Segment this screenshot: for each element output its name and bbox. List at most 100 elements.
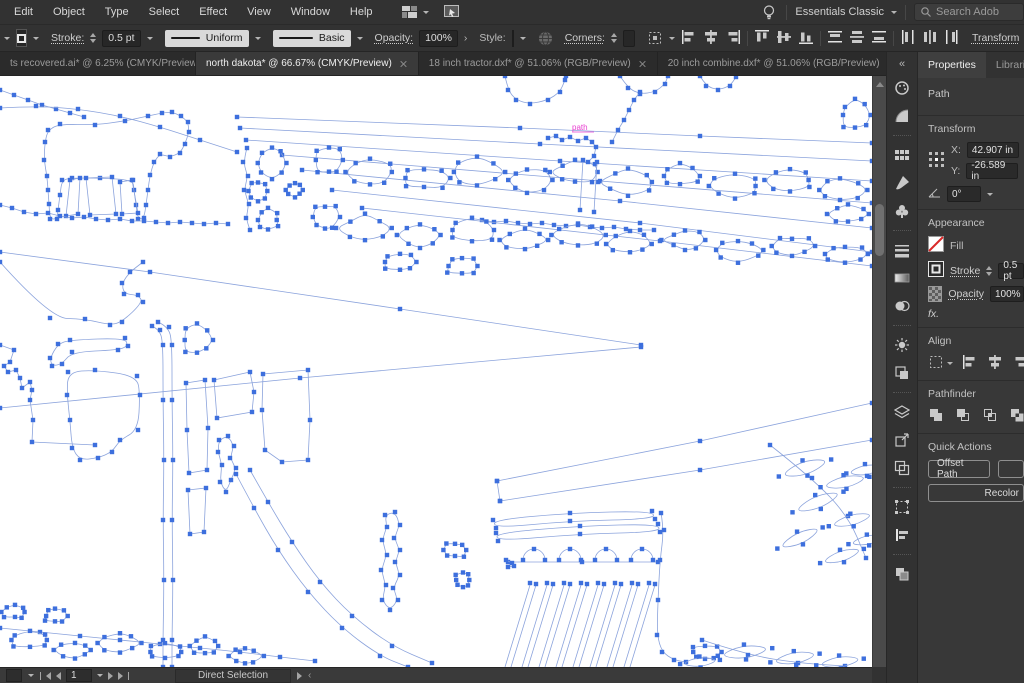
- align-left-button[interactable]: [681, 29, 697, 48]
- recolor-button[interactable]: Recolor: [928, 484, 1024, 502]
- artboards-icon[interactable]: [889, 456, 915, 480]
- zoom-level-field[interactable]: [6, 669, 22, 682]
- opacity-swatch[interactable]: [928, 286, 943, 302]
- stroke-panel-link[interactable]: Stroke: [950, 265, 980, 277]
- artboard-canvas[interactable]: path: [0, 76, 872, 667]
- chevron-down-icon[interactable]: [146, 36, 153, 40]
- chevron-down-icon[interactable]: [947, 362, 953, 365]
- pathfinder-panel-icon[interactable]: [889, 562, 915, 586]
- symbols-icon[interactable]: [889, 199, 915, 223]
- graphic-styles-icon[interactable]: [889, 361, 915, 385]
- tab-18-inch-tractor[interactable]: 18 inch tractor.dxf* @ 51.06% (RGB/Previ…: [419, 52, 658, 75]
- distribute-center-horizontal-button[interactable]: [922, 29, 938, 48]
- vector-artwork[interactable]: path: [0, 76, 872, 667]
- tab-recovered-ai[interactable]: ts recovered.ai* @ 6.25% (CMYK/Preview): [0, 52, 196, 75]
- collapse-panels-icon[interactable]: «: [899, 54, 905, 74]
- distribute-center-vertical-button[interactable]: [849, 29, 865, 48]
- chevron-down-icon[interactable]: [519, 36, 526, 40]
- chevron-down-icon[interactable]: [987, 192, 993, 196]
- last-artboard-button[interactable]: [118, 671, 129, 680]
- close-icon[interactable]: [639, 60, 647, 68]
- stroke-color-swatch[interactable]: [16, 29, 27, 47]
- color-icon[interactable]: [889, 76, 915, 100]
- distribute-left-button[interactable]: [900, 29, 916, 48]
- align-center-vertical-button[interactable]: [776, 29, 792, 48]
- clipped-action-button[interactable]: [998, 460, 1024, 478]
- fill-label[interactable]: Fill: [950, 240, 963, 252]
- next-artboard-button[interactable]: [108, 671, 113, 680]
- stroke-swatch[interactable]: [928, 261, 944, 280]
- search-input[interactable]: Search Adob: [914, 3, 1024, 21]
- artboard-number-field[interactable]: 1: [66, 669, 92, 682]
- offset-path-button[interactable]: Offset Path: [928, 458, 991, 480]
- scroll-up-icon[interactable]: [876, 82, 884, 87]
- menu-window[interactable]: Window: [281, 6, 340, 18]
- align-center-horizontal-button[interactable]: [987, 354, 1003, 373]
- rotation-field[interactable]: 0°: [947, 186, 981, 202]
- pathfinder-intersect-button[interactable]: [982, 407, 998, 426]
- pathfinder-exclude-button[interactable]: [1009, 407, 1024, 426]
- distribute-bottom-button[interactable]: [871, 29, 887, 48]
- pathfinder-minus-front-button[interactable]: [955, 407, 971, 426]
- menu-select[interactable]: Select: [139, 6, 190, 18]
- opacity-value-field[interactable]: 100%: [990, 286, 1024, 302]
- corners-stepper[interactable]: [610, 33, 617, 43]
- menu-edit[interactable]: Edit: [4, 6, 43, 18]
- previous-artboard-button[interactable]: [56, 671, 61, 680]
- align-to-selection-icon[interactable]: [928, 354, 944, 373]
- chevron-down-icon[interactable]: [33, 36, 39, 40]
- align-right-button[interactable]: [1012, 354, 1024, 373]
- x-value-field[interactable]: 42.907 in: [966, 142, 1019, 158]
- corners-field[interactable]: [622, 29, 635, 47]
- align-to-selection-icon[interactable]: [647, 29, 663, 47]
- chevron-down-icon[interactable]: [4, 36, 10, 40]
- status-expand-icon[interactable]: [297, 671, 303, 680]
- fx-effects-button[interactable]: fx.: [928, 308, 939, 320]
- reference-point-locator[interactable]: [928, 151, 945, 171]
- opacity-field[interactable]: 100%: [419, 29, 458, 47]
- style-swatch[interactable]: [511, 29, 514, 47]
- transform-link[interactable]: Transform: [972, 32, 1019, 44]
- share-screen-icon[interactable]: [443, 3, 461, 21]
- opacity-link[interactable]: Opacity:: [375, 32, 414, 44]
- chevron-down-icon[interactable]: [356, 36, 363, 40]
- tab-north-dakota[interactable]: north dakota* @ 66.67% (CMYK/Preview): [196, 52, 419, 75]
- distribute-top-button[interactable]: [827, 29, 843, 48]
- lightbulb-icon[interactable]: [760, 3, 778, 21]
- status-collapse-icon[interactable]: ‹: [308, 670, 311, 681]
- stroke-weight-field[interactable]: 0.5 pt: [998, 260, 1024, 282]
- menu-help[interactable]: Help: [340, 6, 383, 18]
- distribute-right-button[interactable]: [944, 29, 960, 48]
- chevron-down-icon[interactable]: [28, 674, 34, 677]
- tab-20-inch-combine[interactable]: 20 inch combine.dxf* @ 51.06% (RGB/Previ…: [658, 52, 907, 75]
- align-center-horizontal-button[interactable]: [703, 29, 719, 48]
- close-icon[interactable]: [400, 60, 408, 68]
- document-layout-icon[interactable]: [401, 3, 419, 21]
- opacity-panel-link[interactable]: Opacity: [948, 288, 984, 300]
- menu-view[interactable]: View: [237, 6, 281, 18]
- asset-export-icon[interactable]: [889, 428, 915, 452]
- first-artboard-button[interactable]: [40, 671, 51, 680]
- brushes-icon[interactable]: [889, 171, 915, 195]
- menu-type[interactable]: Type: [95, 6, 139, 18]
- appearance-icon[interactable]: [889, 333, 915, 357]
- opacity-expand-icon[interactable]: ›: [464, 32, 468, 44]
- variable-width-profile-select[interactable]: Uniform: [164, 29, 249, 47]
- document-setup-globe-icon[interactable]: [538, 29, 553, 47]
- chevron-down-icon[interactable]: [422, 10, 429, 14]
- chevron-down-icon[interactable]: [97, 674, 103, 677]
- tab-properties[interactable]: Properties: [918, 52, 986, 78]
- scrollbar-thumb[interactable]: [875, 204, 884, 256]
- align-panel-icon[interactable]: [889, 523, 915, 547]
- transform-panel-icon[interactable]: [889, 495, 915, 519]
- tab-libraries[interactable]: Libraries: [986, 52, 1024, 78]
- brush-definition-select[interactable]: Basic: [272, 29, 351, 47]
- layers-icon[interactable]: [889, 400, 915, 424]
- y-value-field[interactable]: -26.589 in: [966, 160, 1019, 182]
- fill-swatch-none[interactable]: [928, 236, 944, 255]
- workspace-switcher[interactable]: Essentials Classic: [795, 6, 897, 18]
- align-top-button[interactable]: [754, 29, 770, 48]
- chevron-down-icon[interactable]: [254, 36, 261, 40]
- menu-effect[interactable]: Effect: [189, 6, 237, 18]
- pathfinder-unite-button[interactable]: [928, 407, 944, 426]
